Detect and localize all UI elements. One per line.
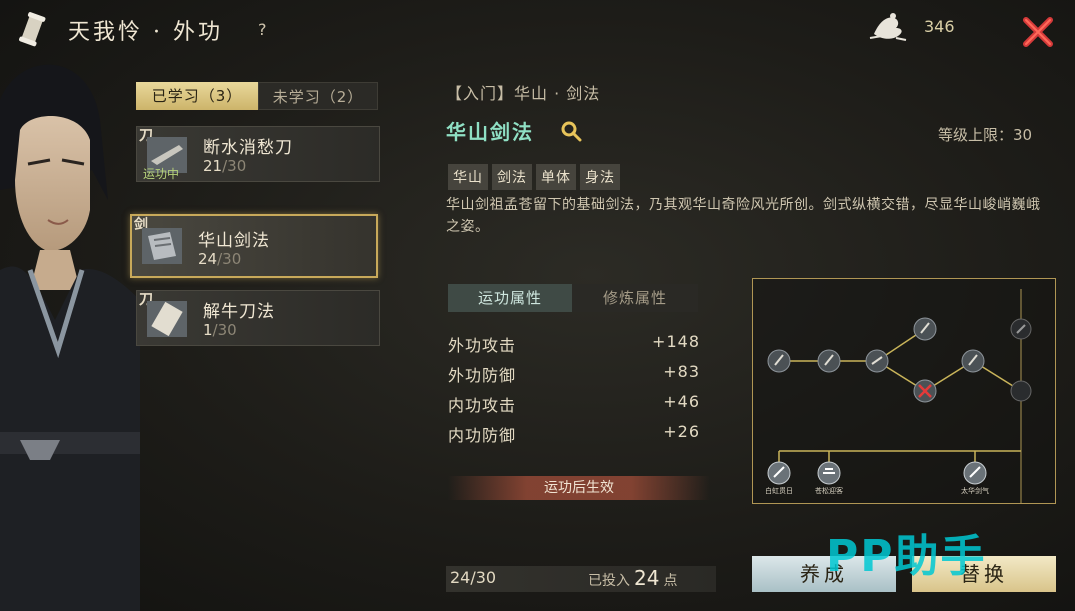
active-badge: 运功中 [143, 167, 180, 181]
skill-name: 断水消愁刀 [203, 138, 293, 158]
breadcrumb: 【入门】华山 · 剑法 [446, 84, 601, 103]
tag: 身法 [580, 164, 620, 190]
skill-tags: 华山 剑法 单体 身法 [448, 164, 620, 190]
close-x-icon[interactable] [1018, 14, 1058, 50]
tag: 单体 [536, 164, 576, 190]
tree-node-label: 太华剑气 [961, 486, 989, 495]
skill-progress: 24/30 [198, 250, 242, 268]
scroll-icon[interactable] [18, 12, 48, 48]
skill-tree-graph: 白虹贯日 苍松迎客 太华剑气 [765, 289, 1032, 503]
tag: 华山 [448, 164, 488, 190]
ultimate-nodes[interactable] [767, 461, 987, 485]
tree-node-label: 白虹贯日 [765, 486, 793, 495]
tab-active-attributes[interactable]: 运功属性 [448, 284, 572, 312]
tab-learned[interactable]: 已学习（3） [136, 82, 258, 110]
skill-tree: 白虹贯日 苍松迎客 太华剑气 [752, 278, 1056, 504]
blade-scroll-icon [147, 301, 187, 337]
skill-description: 华山剑祖孟苍留下的基础剑法，乃其观华山奇险风光所创。剑式纵横交错，尽显华山峻峭巍… [446, 197, 1041, 235]
skill-name: 华山剑法 [198, 231, 270, 251]
skill-card-huashan[interactable]: 剑 华山剑法 24/30 [130, 214, 378, 278]
stat-row: 外功防御 +83 [448, 362, 700, 385]
help-button[interactable]: ? [258, 20, 267, 39]
skill-progress-total: 24/30 [450, 568, 497, 587]
currency-count: 346 [924, 17, 955, 36]
sword-manual-icon [142, 228, 182, 264]
tab-unlearned[interactable]: 未学习（2） [258, 82, 378, 110]
skill-title: 华山剑法 [446, 120, 534, 144]
stat-list: 外功攻击 +148 外功防御 +83 内功攻击 +46 内功防御 +26 [448, 332, 700, 452]
effect-note: 运功后生效 [448, 476, 710, 500]
page-title: 天我怜 · 外功 [68, 20, 223, 45]
skill-progress: 21/30 [203, 157, 247, 175]
ink-figure-icon [869, 13, 907, 41]
invested-points: 已投入 24 点 [588, 566, 678, 590]
tree-node-label: 苍松迎客 [815, 486, 843, 495]
tag: 剑法 [492, 164, 532, 190]
skill-progress: 1/30 [203, 321, 237, 339]
watermark-logo: PP助手 [826, 531, 987, 582]
stat-row: 内功防御 +26 [448, 422, 700, 445]
skill-name: 解牛刀法 [203, 302, 275, 322]
stat-row: 外功攻击 +148 [448, 332, 700, 355]
character-portrait [0, 64, 140, 611]
search-icon[interactable] [560, 120, 582, 142]
skill-card-duanshui[interactable]: 刀 运功中 断水消愁刀 21/30 [136, 126, 380, 182]
level-cap: 等级上限：30 [938, 126, 1033, 144]
skill-node-row[interactable] [767, 317, 1032, 403]
skill-card-jieniu[interactable]: 刀 解牛刀法 1/30 [136, 290, 380, 346]
stat-row: 内功攻击 +46 [448, 392, 700, 415]
tab-cultivation-attributes[interactable]: 修炼属性 [572, 284, 698, 312]
